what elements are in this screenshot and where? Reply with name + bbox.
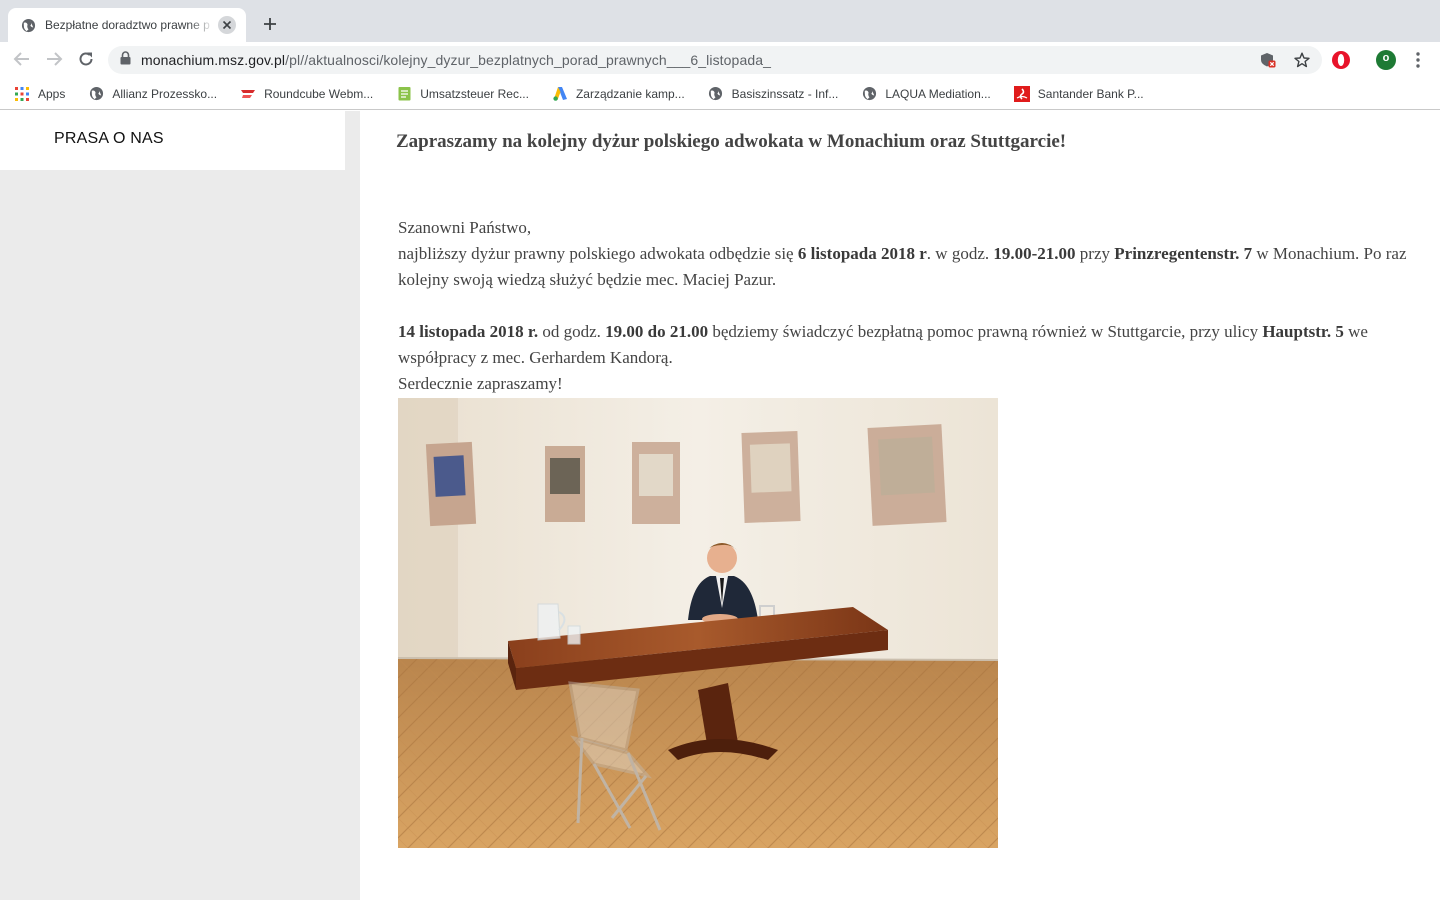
tab-title: Bezpłatne doradztwo prawne p (45, 18, 210, 32)
bookmark-label: Umsatzsteuer Rec... (420, 86, 529, 101)
globe-icon (861, 86, 877, 102)
browser-tab-active[interactable]: Bezpłatne doradztwo prawne p (8, 8, 246, 42)
event-address-stuttgart: Hauptstr. 5 (1262, 322, 1344, 341)
closing-line: Serdecznie zapraszamy! (398, 374, 563, 393)
lock-icon[interactable] (120, 50, 131, 70)
paragraph-stuttgart: 14 listopada 2018 r. od godz. 19.00 do 2… (398, 319, 1428, 371)
opera-extension-icon[interactable] (1330, 49, 1352, 71)
browser-menu-icon[interactable] (1407, 49, 1429, 71)
event-time-stuttgart: 19.00 do 21.00 (605, 322, 709, 341)
article-photo (398, 398, 998, 848)
bookmark-roundcube[interactable]: Roundcube Webm... (240, 86, 373, 102)
reload-button[interactable] (74, 48, 98, 70)
url-host: monachium.msz.gov.pl (141, 52, 286, 68)
article-body: Szanowni Państwo, najbliższy dyżur prawn… (398, 215, 1428, 397)
santander-icon (1013, 85, 1030, 102)
roundcube-icon (240, 86, 256, 102)
globe-icon (708, 86, 724, 102)
bookmark-label: Basiszinssatz - Inf... (731, 86, 839, 101)
notepad-icon (396, 86, 412, 102)
google-ads-icon (552, 86, 568, 102)
bookmark-basiszinssatz[interactable]: Basiszinssatz - Inf... (708, 86, 839, 102)
bookmark-allianz[interactable]: Allianz Prozessko... (88, 86, 217, 102)
bookmarks-bar: Apps Allianz Prozessko... Roundcube Webm… (0, 78, 1440, 110)
event-time-munich: 19.00-21.00 (993, 244, 1076, 263)
bookmark-label: Zarządzanie kamp... (575, 86, 685, 101)
address-bar[interactable]: monachium.msz.gov.pl/pl//aktualnosci/kol… (108, 46, 1322, 74)
event-address-munich: Prinzregentenstr. 7 (1114, 244, 1253, 263)
bookmark-apps[interactable]: Apps (14, 86, 65, 102)
sidebar-menu-box: PRASA O NAS (0, 111, 345, 170)
paragraph-munich: najbliższy dyżur prawny polskiego adwoka… (398, 241, 1428, 293)
sidebar-link-prasa-o-nas[interactable]: PRASA O NAS (54, 130, 164, 148)
text-run: będziemy świadczyć bezpłatną pomoc prawn… (708, 322, 1263, 341)
text-run: . w godz. (926, 244, 994, 263)
tab-strip: Bezpłatne doradztwo prawne p (0, 0, 1440, 42)
profile-initial: o (1382, 52, 1390, 64)
page-sidebar: PRASA O NAS (0, 111, 360, 900)
url-text: monachium.msz.gov.pl/pl//aktualnosci/kol… (141, 52, 771, 68)
bookmark-umsatzsteuer[interactable]: Umsatzsteuer Rec... (396, 86, 529, 102)
bookmark-label: Roundcube Webm... (264, 86, 374, 101)
bookmark-santander[interactable]: Santander Bank P... (1013, 85, 1144, 102)
star-bookmark-icon[interactable] (1294, 52, 1310, 73)
back-button[interactable] (10, 48, 34, 70)
greeting: Szanowni Państwo, (398, 218, 532, 237)
article-headline: Zapraszamy na kolejny dyżur polskiego ad… (396, 131, 1067, 152)
event-date-munich: 6 listopada 2018 r (797, 244, 927, 263)
new-tab-button[interactable] (259, 13, 281, 35)
globe-icon (20, 17, 36, 33)
text-run: od godz. (538, 322, 606, 341)
close-tab-icon[interactable] (218, 16, 236, 34)
blocked-content-icon[interactable] (1260, 52, 1276, 73)
bookmark-laqua[interactable]: LAQUA Mediation... (861, 86, 991, 102)
text-run: najbliższy dyżur prawny polskiego adwoka… (398, 244, 798, 263)
event-date-stuttgart: 14 listopada 2018 r. (398, 322, 539, 341)
bookmark-label: Allianz Prozessko... (112, 86, 218, 101)
bookmark-label: LAQUA Mediation... (885, 86, 991, 101)
profile-avatar[interactable]: o (1375, 49, 1397, 71)
text-run: przy (1075, 244, 1115, 263)
globe-icon (88, 86, 104, 102)
bookmark-google-ads[interactable]: Zarządzanie kamp... (552, 86, 685, 102)
bookmark-label: Apps (38, 86, 66, 101)
bookmark-label: Santander Bank P... (1037, 86, 1144, 101)
url-path: /pl//aktualnosci/kolejny_dyzur_bezplatny… (285, 52, 771, 68)
forward-button[interactable] (42, 48, 66, 70)
apps-grid-icon (14, 86, 30, 102)
